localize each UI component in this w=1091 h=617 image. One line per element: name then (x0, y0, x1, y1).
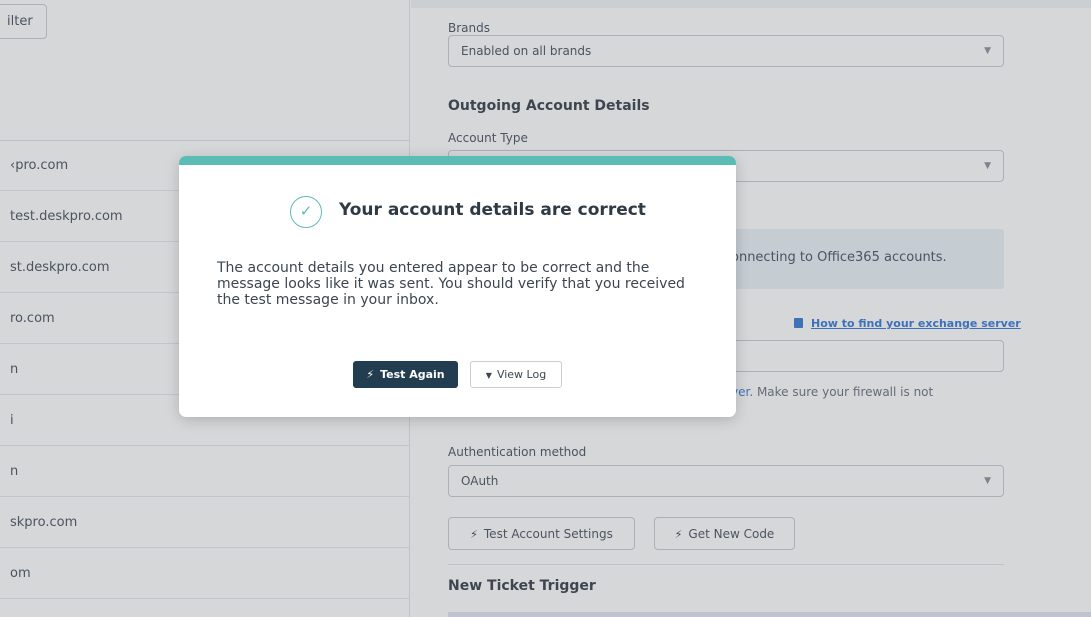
modal-message: The account details you entered appear t… (217, 260, 685, 308)
lightning-icon: ⚡ (366, 368, 375, 381)
test-result-modal: ✓ Your account details are correct The a… (179, 156, 736, 417)
chevron-down-icon: ▼ (485, 371, 492, 380)
test-again-label: Test Again (380, 368, 445, 381)
test-again-button[interactable]: ⚡ Test Again (353, 361, 458, 388)
view-log-label: View Log (496, 368, 547, 381)
modal-title: Your account details are correct (339, 200, 646, 220)
modal-accent-bar (179, 156, 736, 165)
view-log-button[interactable]: ▼ View Log (470, 361, 562, 388)
check-circle-icon: ✓ (290, 196, 322, 228)
